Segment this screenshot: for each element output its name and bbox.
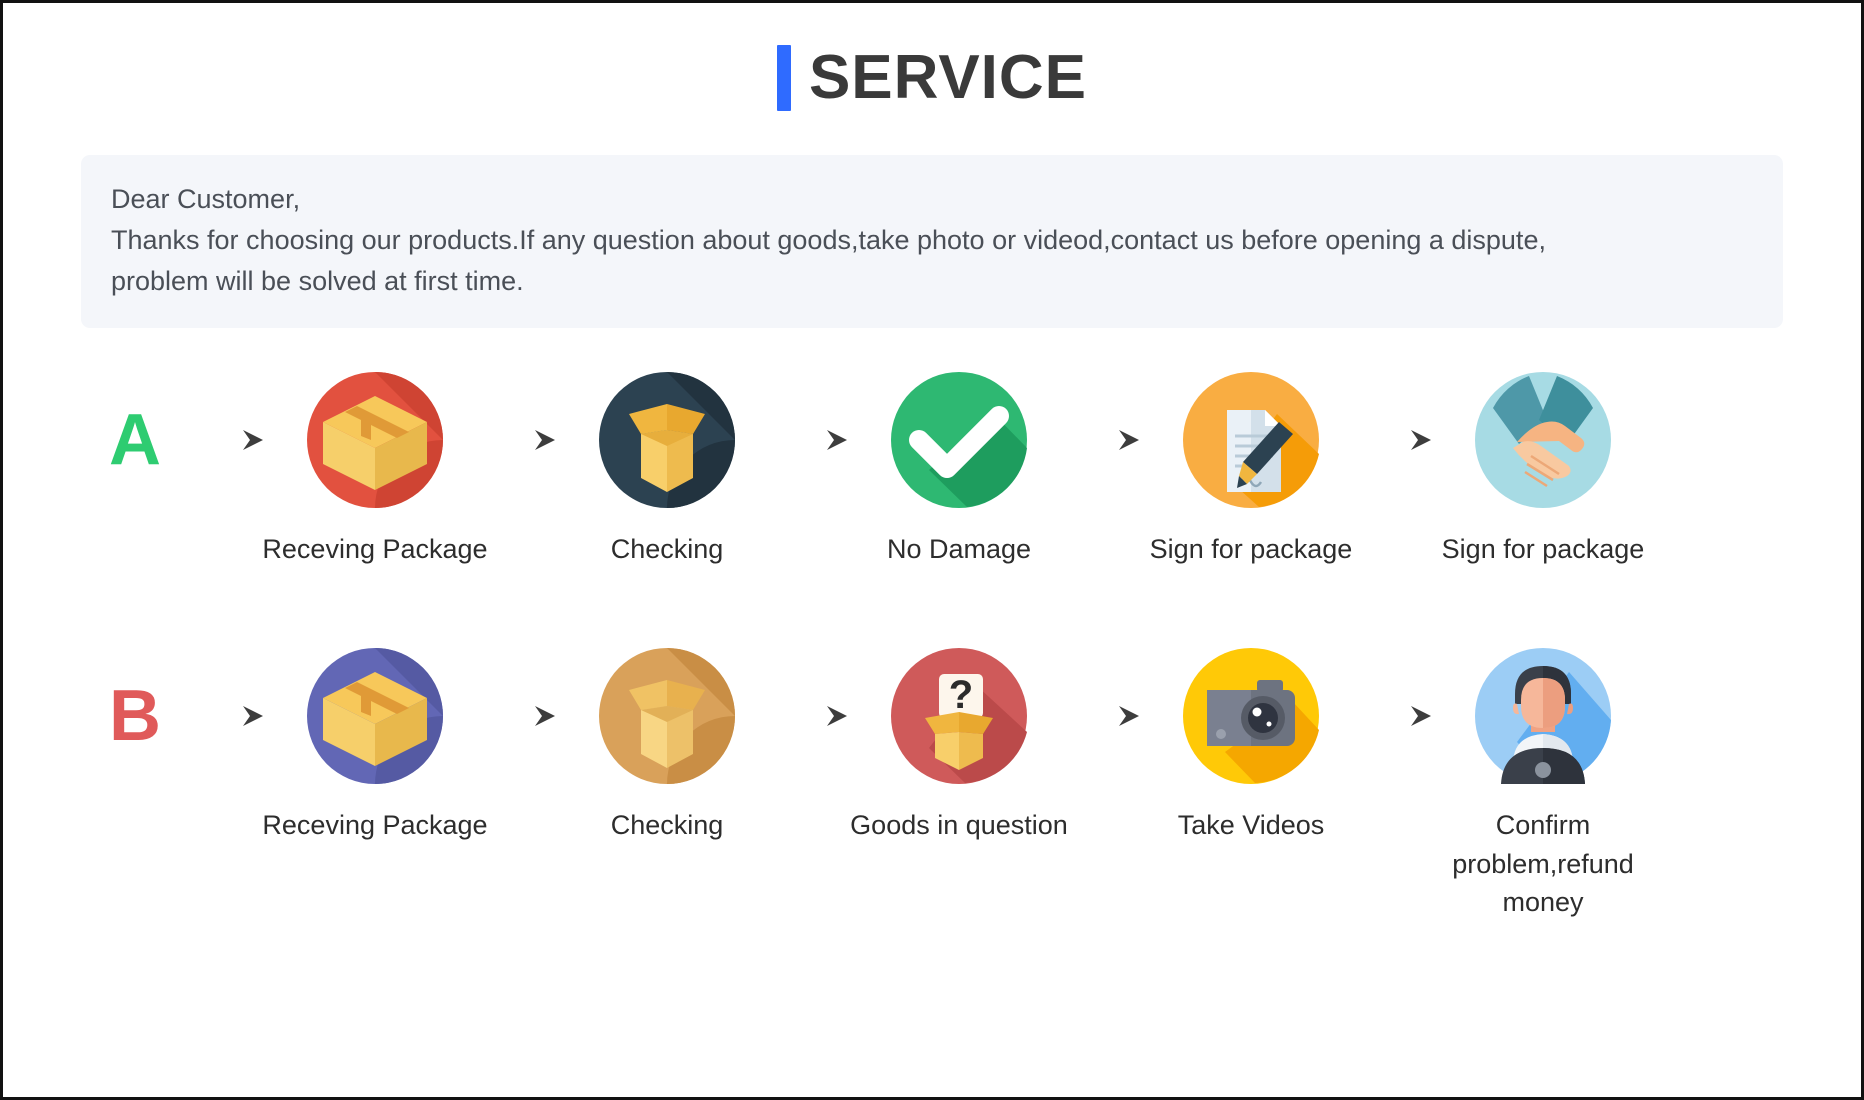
document-pen-icon [1181, 370, 1321, 510]
handshake-icon [1473, 370, 1613, 510]
right-arrow-icon [765, 370, 861, 510]
flow-row-a: A Receving Package Checking No Damage Si… [89, 370, 1791, 568]
flow-step: Sign for package [1442, 370, 1644, 568]
notice-line-3: problem will be solved at first time. [111, 266, 524, 297]
open-box-icon [597, 646, 737, 786]
flow-step-label: Take Videos [1177, 810, 1325, 841]
notice-line-2: Thanks for choosing our products.If any … [111, 225, 1546, 256]
flow-letter-b-text: B [109, 676, 161, 757]
flow-step: Take Videos [1153, 646, 1349, 844]
flow-step-label: Confirm problem,refund money [1452, 810, 1634, 918]
closed-box-icon [305, 370, 445, 510]
right-arrow-icon [181, 370, 277, 510]
svg-text:?: ? [949, 673, 973, 717]
flow-letter-a: A [89, 370, 181, 510]
right-arrow-icon [1057, 646, 1153, 786]
question-box-icon: ? [889, 646, 1029, 786]
open-box-icon [597, 370, 737, 510]
flow-step: Confirm problem,refund money [1445, 646, 1641, 921]
flow-step: Checking [569, 646, 765, 844]
support-agent-icon [1473, 646, 1613, 786]
flow-step-label: Receving Package [262, 810, 488, 841]
flow-step-label: Goods in question [850, 810, 1068, 841]
camera-icon [1181, 646, 1321, 786]
flow-step-label: Checking [610, 810, 724, 841]
flow-step: Checking [569, 370, 765, 568]
flow-step: Receving Package [262, 370, 488, 568]
notice-line-1: Dear Customer, [111, 184, 301, 214]
flow-row-b: B Receving Package Checking ? Goods in q… [89, 646, 1791, 921]
flow-letter-b: B [89, 646, 181, 786]
title-accent-bar [776, 45, 791, 111]
right-arrow-icon [473, 646, 569, 786]
right-arrow-icon [1349, 370, 1445, 510]
right-arrow-icon [1349, 646, 1445, 786]
right-arrow-icon [765, 646, 861, 786]
flow-step: No Damage [861, 370, 1057, 568]
right-arrow-icon [181, 646, 277, 786]
right-arrow-icon [473, 370, 569, 510]
flow-step-label: Receving Package [262, 534, 488, 565]
flow-step: ? Goods in question [850, 646, 1068, 844]
page-title-text: SERVICE [808, 43, 1088, 112]
flow-step-label: Sign for package [1149, 534, 1353, 565]
flow-step-label: No Damage [886, 534, 1032, 565]
page-title: SERVICE [3, 3, 1861, 111]
flow-step-label: Checking [610, 534, 724, 565]
check-mark-icon [889, 370, 1029, 510]
closed-box-icon [305, 646, 445, 786]
right-arrow-icon [1057, 370, 1153, 510]
flow-letter-a-text: A [109, 400, 161, 481]
service-page: SERVICE Dear Customer, Thanks for choosi… [0, 0, 1864, 1100]
flow-step-label: Sign for package [1441, 534, 1645, 565]
flow-container: A Receving Package Checking No Damage Si… [3, 370, 1861, 921]
flow-step: Receving Package [262, 646, 488, 844]
customer-notice-box: Dear Customer, Thanks for choosing our p… [81, 155, 1783, 329]
flow-step: Sign for package [1150, 370, 1352, 568]
